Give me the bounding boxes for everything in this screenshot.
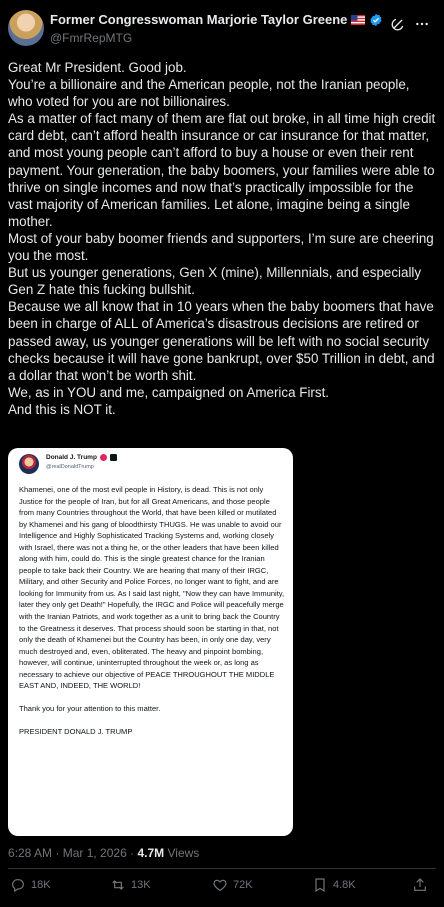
views-count[interactable]: 4.7M: [137, 846, 164, 860]
embedded-paragraph: Khamenei, one of the most evil people in…: [19, 485, 285, 691]
post-text: Great Mr President. Good job. You’re a b…: [8, 59, 436, 418]
post-paragraph: But us younger generations, Gen X (mine)…: [8, 265, 422, 298]
author-display-name[interactable]: Former Congresswoman Marjorie Taylor Gre…: [50, 12, 347, 27]
embedded-handle: @realDonaldTrump: [46, 464, 94, 470]
post-time[interactable]: 6:28 AM: [8, 846, 52, 860]
embedded-badge-icon: [109, 454, 117, 461]
repost-count: 13K: [131, 879, 151, 891]
post-paragraph: As a matter of fact many of them are fla…: [8, 111, 436, 229]
post-meta: 6:28 AM · Mar 1, 2026 · 4.7M Views: [8, 846, 199, 860]
embedded-avatar: [19, 454, 39, 474]
embedded-paragraph: Thank you for your attention to this mat…: [19, 704, 161, 714]
verified-badge-icon: [370, 13, 382, 26]
like-button[interactable]: 72K: [212, 877, 253, 893]
post-paragraph: Because we all know that in 10 years whe…: [8, 299, 435, 383]
avatar[interactable]: [8, 10, 44, 46]
divider: [8, 868, 436, 869]
post-paragraph: You’re a billionaire and the American pe…: [8, 77, 410, 110]
action-bar: 18K 13K 72K 4.8K: [8, 877, 436, 901]
meta-separator: ·: [55, 846, 63, 860]
post-paragraph: Great Mr President. Good job.: [8, 60, 187, 75]
post-date[interactable]: Mar 1, 2026: [63, 846, 127, 860]
bookmark-button[interactable]: 4.8K: [312, 877, 356, 893]
embedded-post-body: Khamenei, one of the most evil people in…: [19, 484, 285, 738]
reply-button[interactable]: 18K: [10, 877, 51, 893]
embedded-signature: PRESIDENT DONALD J. TRUMP: [19, 727, 133, 737]
post-paragraph: And this is NOT it.: [8, 401, 116, 417]
like-count: 72K: [233, 879, 253, 891]
author-name-row: Former Congresswoman Marjorie Taylor Gre…: [50, 12, 383, 27]
bookmark-count: 4.8K: [333, 879, 356, 891]
embedded-display-name: Donald J. Trump: [46, 454, 97, 461]
share-button[interactable]: [412, 877, 428, 893]
author-handle[interactable]: @FmrRepMTG: [50, 31, 132, 45]
share-icon: [414, 878, 426, 891]
repost-button[interactable]: 13K: [110, 877, 151, 893]
grok-icon[interactable]: [390, 16, 406, 32]
views-label: Views: [167, 846, 200, 860]
post-header: Former Congresswoman Marjorie Taylor Gre…: [8, 10, 436, 50]
reply-count: 18K: [31, 879, 51, 891]
embedded-badge-icon: [99, 454, 107, 461]
repost-icon: [112, 880, 124, 890]
attached-image[interactable]: Donald J. Trump @realDonaldTrump Khamene…: [8, 448, 293, 836]
more-icon[interactable]: [414, 16, 430, 32]
us-flag-icon: [351, 14, 366, 25]
post-container: Former Congresswoman Marjorie Taylor Gre…: [0, 0, 444, 907]
post-paragraph: Most of your baby boomer friends and sup…: [8, 230, 434, 264]
like-icon: [213, 879, 227, 892]
embedded-name-row: Donald J. Trump: [46, 454, 117, 461]
bookmark-icon: [315, 878, 325, 893]
reply-icon: [12, 879, 24, 893]
post-paragraph: We, as in YOU and me, campaigned on Amer…: [8, 384, 330, 400]
